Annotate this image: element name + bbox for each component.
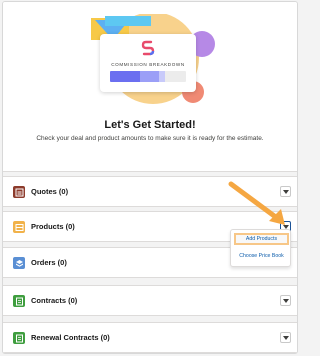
product-icon [13, 221, 25, 233]
renewal-contract-icon [13, 332, 25, 344]
estimate-panel: COMMISSION BREAKDOWN Let's Get Started! … [2, 1, 298, 354]
chevron-down-icon[interactable] [280, 332, 291, 343]
section-label: Orders (0) [31, 258, 67, 267]
products-dropdown-menu: Add Products Choose Price Book [230, 229, 291, 267]
choose-price-book-menu-item[interactable]: Choose Price Book [234, 250, 289, 262]
getting-started-hero: COMMISSION BREAKDOWN Let's Get Started! … [3, 2, 297, 172]
hero-subtitle: Check your deal and product amounts to m… [36, 135, 264, 142]
section-label: Quotes (0) [31, 187, 69, 196]
commission-card: COMMISSION BREAKDOWN [100, 34, 196, 92]
section-label: Products (0) [31, 222, 75, 231]
chevron-down-icon[interactable] [280, 295, 291, 306]
add-products-menu-item[interactable]: Add Products [234, 233, 289, 245]
quote-icon [13, 186, 25, 198]
hero-heading: Let's Get Started! [104, 119, 196, 131]
contract-icon [13, 295, 25, 307]
section-label: Contracts (0) [31, 296, 78, 305]
app-logo-icon [141, 40, 155, 56]
section-label: Renewal Contracts (0) [31, 333, 110, 342]
order-icon [13, 257, 25, 269]
section-contracts[interactable]: Contracts (0) [3, 285, 297, 316]
highlight-arrow-icon [228, 181, 285, 225]
section-renewal-contracts[interactable]: Renewal Contracts (0) [3, 322, 297, 353]
commission-bar [110, 71, 186, 82]
card-title: COMMISSION BREAKDOWN [111, 62, 185, 67]
